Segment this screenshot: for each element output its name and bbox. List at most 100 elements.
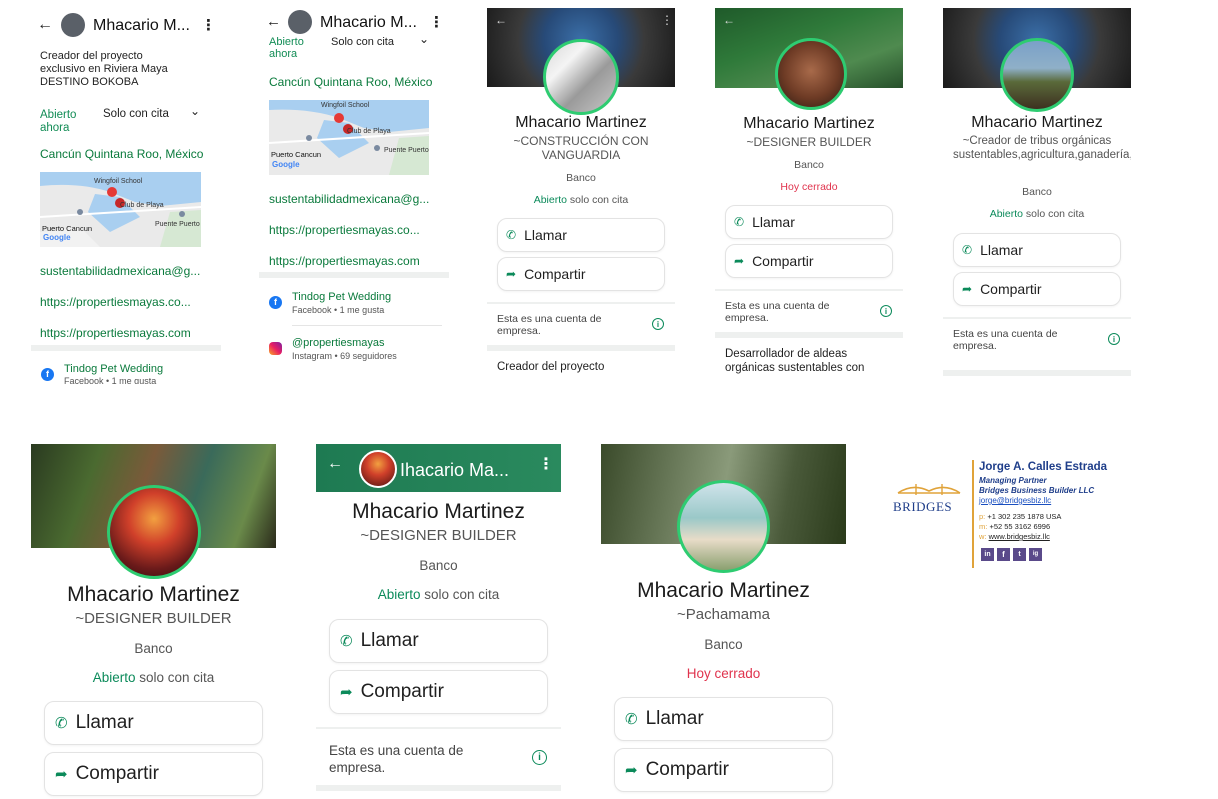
category-label: Banco: [1022, 186, 1052, 198]
profile-tagline: ~Creador de tribus orgánicas sustentable…: [953, 135, 1131, 161]
share-icon: ➦: [55, 766, 68, 783]
website-link-2[interactable]: https://propertiesmayas.com: [269, 254, 439, 268]
website-link-1[interactable]: https://propertiesmayas.co...: [269, 223, 439, 237]
header-avatar: [61, 13, 85, 37]
phone-label: p:: [979, 512, 986, 521]
share-button[interactable]: ➦ Compartir: [44, 752, 263, 796]
signature-mobile-row: m: +52 55 3162 6996: [979, 522, 1050, 531]
signature-person: Jorge A. Calles Estrada: [979, 461, 1108, 473]
signature-company: Bridges Business Builder LLC: [979, 486, 1095, 495]
signature-email[interactable]: jorge@bridgesbiz.llc: [979, 496, 1051, 505]
social-meta-facebook: Facebook • 1 me gusta: [292, 305, 385, 315]
map-label-club: Club de Playa: [120, 202, 164, 209]
email-link[interactable]: sustentabilidadmexicana@g...: [269, 192, 439, 206]
map-label-puerto-cancun: Puerto Cancun: [271, 150, 322, 159]
call-button[interactable]: ✆ Llamar: [44, 701, 263, 745]
location-text[interactable]: Cancún Quintana Roo, México: [269, 75, 444, 89]
website-link-2[interactable]: https://propertiesmayas.com: [40, 326, 210, 340]
location-text[interactable]: Cancún Quintana Roo, México: [40, 147, 220, 161]
header-title: Mhacario M...: [93, 17, 190, 34]
phone-icon: ✆: [340, 633, 353, 650]
social-name-facebook[interactable]: Tindog Pet Wedding: [292, 291, 391, 303]
bridges-logo-text: BRIDGES: [893, 499, 953, 514]
phone-icon: ✆: [506, 228, 517, 242]
facebook-icon: f: [269, 296, 282, 309]
social-name[interactable]: Tindog Pet Wedding: [64, 363, 163, 375]
web-value[interactable]: www.bridgesbiz.llc: [989, 532, 1050, 541]
back-arrow-icon[interactable]: ←: [327, 455, 343, 473]
chevron-down-icon[interactable]: ⌄: [190, 104, 200, 118]
share-button[interactable]: ➦ Compartir: [953, 272, 1121, 306]
social-meta-instagram: Instagram • 69 seguidores: [292, 351, 397, 361]
more-options-icon[interactable]: ⋮: [661, 13, 673, 27]
status-open: Abierto: [377, 587, 421, 602]
map-thumbnail[interactable]: Wingfoil School Club de Playa Puerto Can…: [40, 172, 201, 247]
share-button[interactable]: ➦ Compartir: [329, 670, 548, 714]
info-icon[interactable]: i: [880, 305, 892, 317]
social-name-instagram[interactable]: @propertiesmayas: [292, 337, 384, 349]
call-button[interactable]: ✆ Llamar: [614, 697, 833, 741]
business-description: Creador del proyecto exclusivo en Rivier…: [40, 50, 168, 88]
share-label: Compartir: [360, 681, 444, 702]
section-divider: [943, 317, 1131, 319]
back-arrow-icon[interactable]: ←: [495, 13, 507, 27]
header-avatar: [359, 450, 397, 488]
back-arrow-icon[interactable]: ←: [266, 13, 281, 30]
more-options-icon[interactable]: ⋮: [201, 16, 216, 34]
hours-value[interactable]: Solo con cita: [331, 36, 394, 48]
map-label-wingfoil: Wingfoil School: [94, 178, 143, 185]
website-link-1[interactable]: https://propertiesmayas.co...: [40, 295, 210, 309]
share-button[interactable]: ➦ Compartir: [614, 748, 833, 792]
status-hours: solo con cita: [566, 194, 629, 206]
profile-avatar: [107, 485, 201, 579]
instagram-icon: [269, 342, 282, 355]
signature-separator: [972, 460, 974, 568]
share-button[interactable]: ➦ Compartir: [497, 257, 665, 291]
chevron-down-icon[interactable]: ⌄: [419, 32, 429, 46]
share-label: Compartir: [752, 253, 814, 269]
linkedin-icon[interactable]: in: [981, 548, 994, 561]
more-options-icon[interactable]: ⋮: [538, 454, 554, 474]
back-arrow-icon[interactable]: ←: [723, 13, 735, 27]
phone-icon: ✆: [962, 243, 973, 257]
more-options-icon[interactable]: ⋮: [429, 13, 444, 31]
section-divider: [316, 727, 561, 729]
status-line: Abierto solo con cita: [487, 194, 675, 206]
info-icon[interactable]: i: [532, 750, 547, 765]
email-link[interactable]: sustentabilidadmexicana@g...: [40, 264, 210, 278]
call-button[interactable]: ✆ Llamar: [497, 218, 665, 252]
header-title: Mhacario M...: [320, 14, 417, 31]
call-button[interactable]: ✆ Llamar: [329, 619, 548, 663]
facebook-icon[interactable]: f: [997, 548, 1010, 561]
share-icon: ➦: [734, 254, 745, 268]
profile-avatar: [677, 480, 770, 573]
call-button[interactable]: ✆ Llamar: [953, 233, 1121, 267]
hours-value[interactable]: Solo con cita: [103, 108, 169, 120]
google-logo: Google: [43, 233, 71, 242]
section-divider: [487, 302, 675, 304]
info-icon[interactable]: i: [1108, 333, 1120, 345]
share-button[interactable]: ➦ Compartir: [725, 244, 893, 278]
section-divider: [31, 345, 221, 351]
business-account-note: Esta es una cuenta de empresa.: [725, 300, 830, 324]
share-label: Compartir: [75, 763, 159, 784]
signature-phone-row: p: +1 302 235 1878 USA: [979, 512, 1061, 521]
map-thumbnail[interactable]: Wingfoil School Club de Playa Puerto Can…: [269, 100, 429, 175]
share-label: Compartir: [980, 281, 1042, 297]
map-label-club: Club de Playa: [347, 128, 391, 135]
info-icon[interactable]: i: [652, 318, 664, 330]
social-meta: Facebook • 1 me gusta: [64, 376, 157, 384]
open-status: Abierto ahora: [269, 36, 304, 60]
call-button[interactable]: ✆ Llamar: [725, 205, 893, 239]
back-arrow-icon[interactable]: ←: [37, 16, 53, 34]
mobile-label: m:: [979, 522, 988, 531]
status-hours: solo con cita: [135, 670, 215, 685]
status-line: Abierto solo con cita: [943, 208, 1131, 220]
category-label: Banco: [566, 172, 596, 184]
twitter-icon[interactable]: t: [1013, 548, 1026, 561]
profile-avatar: [1000, 38, 1074, 112]
share-icon: ➦: [506, 267, 517, 281]
profile-panel-6: Mhacario Martinez ~DESIGNER BUILDER Banc…: [31, 444, 276, 799]
instagram-icon[interactable]: ig: [1029, 548, 1042, 561]
status-line: Abierto solo con cita: [316, 587, 561, 602]
